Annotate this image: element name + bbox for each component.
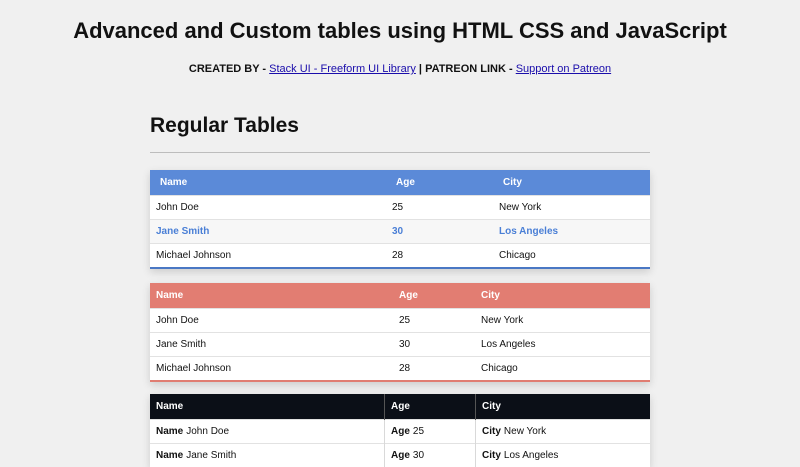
cell-city: Chicago — [493, 244, 650, 268]
column-header-city[interactable]: City — [475, 283, 650, 309]
cell-value: 30 — [413, 450, 424, 461]
table-row[interactable]: Jane Smith 30 Los Angeles — [150, 333, 650, 357]
cell-age: 28 — [393, 357, 475, 381]
column-header-name[interactable]: Name — [150, 170, 388, 196]
cell-city: Los Angeles — [475, 333, 650, 357]
patreon-label: PATREON LINK - — [425, 63, 513, 75]
patreon-link[interactable]: Support on Patreon — [516, 63, 611, 75]
cell-age: Age25 — [385, 420, 476, 444]
red-table: Name Age City John Doe 25 New York Jane … — [150, 283, 650, 382]
table-header-row: Name Age City — [150, 283, 650, 309]
cell-name: John Doe — [150, 309, 393, 333]
table-header-row: Name Age City — [150, 394, 650, 420]
cell-value: 25 — [413, 426, 424, 437]
page-title: Advanced and Custom tables using HTML CS… — [0, 18, 800, 44]
table-row[interactable]: Michael Johnson 28 Chicago — [150, 244, 650, 268]
column-header-city[interactable]: City — [493, 170, 650, 196]
blue-table: Name Age City John Doe 25 New York Jane … — [150, 170, 650, 269]
cell-name: Michael Johnson — [150, 357, 393, 381]
cell-age: 25 — [388, 196, 493, 220]
cell-age: 28 — [388, 244, 493, 268]
cell-city: New York — [493, 196, 650, 220]
cell-city: Chicago — [475, 357, 650, 381]
cell-value: New York — [504, 426, 546, 437]
table-header-row: Name Age City — [150, 170, 650, 196]
section-divider — [150, 152, 650, 153]
stack-ui-link[interactable]: Stack UI - Freeform UI Library — [269, 63, 416, 75]
table: Name Age City John Doe 25 New York Jane … — [150, 283, 650, 380]
cell-city: Los Angeles — [493, 220, 650, 244]
cell-label-age: Age — [391, 426, 410, 437]
cell-value: Jane Smith — [186, 450, 236, 461]
table-row[interactable]: NameJane Smith Age30 CityLos Angeles — [150, 444, 650, 467]
cell-name: NameJohn Doe — [150, 420, 385, 444]
cell-value: Los Angeles — [504, 450, 559, 461]
column-header-name[interactable]: Name — [150, 394, 385, 420]
table-row[interactable]: Michael Johnson 28 Chicago — [150, 357, 650, 381]
credits-line: CREATED BY - Stack UI - Freeform UI Libr… — [0, 63, 800, 75]
cell-name: Jane Smith — [150, 333, 393, 357]
table-row[interactable]: NameJohn Doe Age25 CityNew York — [150, 420, 650, 444]
cell-name: Jane Smith — [150, 220, 388, 244]
table: Name Age City John Doe 25 New York Jane … — [150, 170, 650, 267]
separator: | — [419, 63, 422, 75]
cell-city: CityNew York — [476, 420, 651, 444]
table-row-highlighted[interactable]: Jane Smith 30 Los Angeles — [150, 220, 650, 244]
table-row[interactable]: John Doe 25 New York — [150, 196, 650, 220]
created-by-label: CREATED BY - — [189, 63, 266, 75]
cell-name: Michael Johnson — [150, 244, 388, 268]
cell-label-city: City — [482, 426, 501, 437]
cell-name: John Doe — [150, 196, 388, 220]
column-header-name[interactable]: Name — [150, 283, 393, 309]
cell-label-age: Age — [391, 450, 410, 461]
column-header-city[interactable]: City — [476, 394, 651, 420]
dark-table: Name Age City NameJohn Doe Age25 CityNew… — [150, 394, 650, 467]
column-header-age[interactable]: Age — [393, 283, 475, 309]
cell-name: NameJane Smith — [150, 444, 385, 467]
cell-age: Age30 — [385, 444, 476, 467]
section-title: Regular Tables — [150, 114, 299, 138]
cell-label-city: City — [482, 450, 501, 461]
cell-age: 30 — [393, 333, 475, 357]
cell-label-name: Name — [156, 426, 183, 437]
cell-city: New York — [475, 309, 650, 333]
cell-city: CityLos Angeles — [476, 444, 651, 467]
cell-age: 30 — [388, 220, 493, 244]
column-header-age[interactable]: Age — [388, 170, 493, 196]
cell-value: John Doe — [186, 426, 229, 437]
cell-label-name: Name — [156, 450, 183, 461]
table-row[interactable]: John Doe 25 New York — [150, 309, 650, 333]
column-header-age[interactable]: Age — [385, 394, 476, 420]
cell-age: 25 — [393, 309, 475, 333]
table: Name Age City NameJohn Doe Age25 CityNew… — [150, 394, 650, 467]
page: Advanced and Custom tables using HTML CS… — [0, 0, 800, 450]
